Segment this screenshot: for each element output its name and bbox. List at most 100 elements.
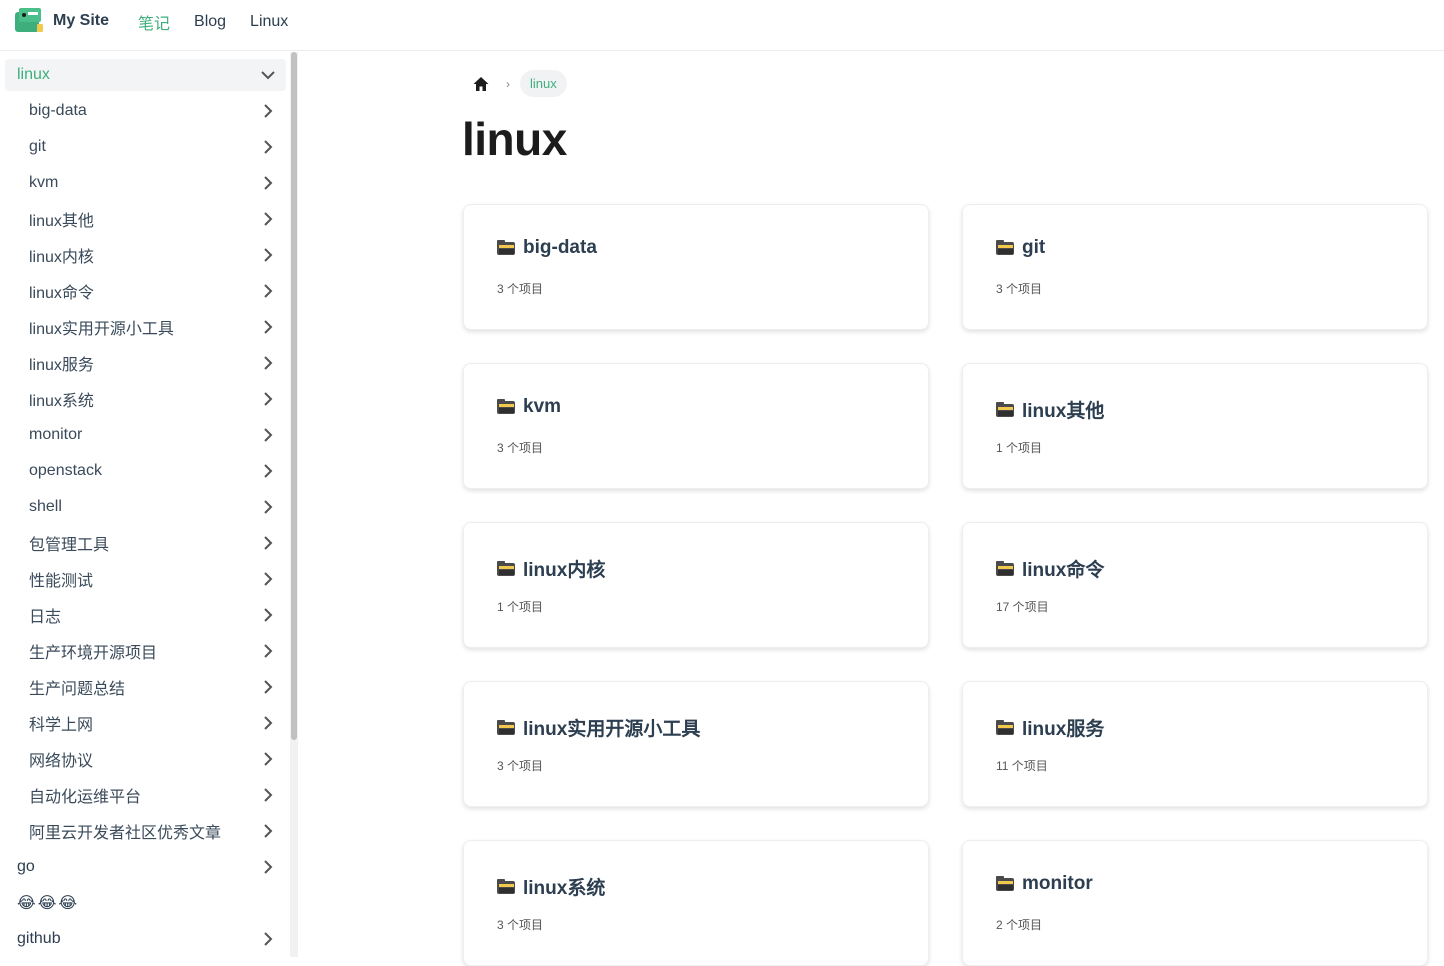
sidebar-item[interactable]: 日志 bbox=[5, 597, 286, 633]
folder-card[interactable]: big-data 3 个项目 bbox=[463, 204, 929, 330]
card-count: 3 个项目 bbox=[497, 282, 544, 296]
card-count: 17 个项目 bbox=[996, 600, 1049, 614]
folder-card[interactable]: linux实用开源小工具 3 个项目 bbox=[463, 681, 929, 807]
chevron-right-icon bbox=[260, 319, 276, 335]
sidebar-item-label: linux系统 bbox=[29, 393, 94, 410]
card-title-text: linux其他 bbox=[1022, 401, 1105, 422]
card-title-text: git bbox=[1022, 237, 1046, 258]
folder-card[interactable]: monitor 2 个项目 bbox=[962, 840, 1428, 966]
sidebar-item[interactable]: 性能测试 bbox=[5, 561, 286, 597]
sidebar-item[interactable]: linux命令 bbox=[5, 273, 286, 309]
card-count: 1 个项目 bbox=[497, 600, 544, 614]
folder-card[interactable]: linux系统 3 个项目 bbox=[463, 840, 929, 966]
sidebar-item-label: linux服务 bbox=[29, 357, 94, 374]
folder-card[interactable]: linux命令 17 个项目 bbox=[962, 522, 1428, 648]
chevron-right-icon bbox=[260, 463, 276, 479]
sidebar-group-label: 😂😂😂 bbox=[17, 895, 80, 912]
sidebar-item[interactable]: git bbox=[5, 129, 286, 165]
sidebar-item[interactable]: monitor bbox=[5, 417, 286, 453]
chevron-right-icon bbox=[260, 355, 276, 371]
folder-card[interactable]: linux内核 1 个项目 bbox=[463, 522, 929, 648]
folder-icon bbox=[996, 401, 1014, 417]
sidebar-item[interactable]: linux其他 bbox=[5, 201, 286, 237]
card-title: kvm bbox=[497, 396, 561, 418]
sidebar-item[interactable]: 网络协议 bbox=[5, 741, 286, 777]
chevron-right-icon bbox=[260, 751, 276, 767]
sidebar-item-label: 包管理工具 bbox=[29, 537, 110, 554]
chevron-right-icon bbox=[260, 499, 276, 515]
sidebar-group-label: go bbox=[17, 858, 35, 875]
sidebar-scrollbar-thumb[interactable] bbox=[291, 52, 297, 740]
sidebar-item-label: monitor bbox=[29, 426, 83, 443]
sidebar-item[interactable]: 阿里云开发者社区优秀文章 bbox=[5, 813, 286, 849]
top-navbar: My Site 笔记 Blog Linux bbox=[0, 0, 1444, 51]
card-count: 1 个项目 bbox=[996, 441, 1043, 455]
folder-card[interactable]: linux其他 1 个项目 bbox=[962, 363, 1428, 489]
card-title-text: linux内核 bbox=[523, 560, 606, 581]
chevron-right-icon bbox=[260, 247, 276, 263]
chevron-right-icon bbox=[260, 211, 276, 227]
sidebar-item-label: openstack bbox=[29, 462, 102, 479]
sidebar-item-label: 网络协议 bbox=[29, 753, 94, 770]
site-name: My Site bbox=[53, 12, 110, 29]
sidebar-item-label: git bbox=[29, 138, 46, 155]
folder-card[interactable]: linux服务 11 个项目 bbox=[962, 681, 1428, 807]
sidebar-item[interactable]: big-data bbox=[5, 93, 286, 129]
chevron-right-icon bbox=[260, 535, 276, 551]
card-title: linux系统 bbox=[497, 873, 605, 900]
card-count: 11 个项目 bbox=[996, 759, 1048, 773]
chevron-right-icon bbox=[260, 607, 276, 623]
sidebar-group[interactable]: github bbox=[5, 921, 286, 957]
sidebar-group[interactable]: go bbox=[5, 849, 286, 885]
nav-link-linux[interactable]: Linux bbox=[250, 13, 288, 31]
folder-icon bbox=[497, 240, 515, 255]
home-icon[interactable] bbox=[472, 75, 490, 93]
sidebar-item[interactable]: linux服务 bbox=[5, 345, 286, 381]
chevron-right-icon bbox=[260, 571, 276, 587]
chevron-right-icon bbox=[260, 139, 276, 155]
sidebar-item[interactable]: linux系统 bbox=[5, 381, 286, 417]
sidebar-item[interactable]: kvm bbox=[5, 165, 286, 201]
sidebar-item-label: 自动化运维平台 bbox=[29, 789, 142, 806]
nav-link-blog[interactable]: Blog bbox=[194, 13, 226, 31]
sidebar-item-label: shell bbox=[29, 498, 62, 515]
sidebar-item[interactable]: shell bbox=[5, 489, 286, 525]
card-count: 3 个项目 bbox=[497, 918, 544, 932]
chevron-right-icon bbox=[260, 859, 276, 875]
folder-card[interactable]: kvm 3 个项目 bbox=[463, 363, 929, 489]
sidebar-item[interactable]: 自动化运维平台 bbox=[5, 777, 286, 813]
chevron-right-icon bbox=[260, 823, 276, 839]
sidebar-item-label: 日志 bbox=[29, 609, 62, 626]
sidebar-item-label: kvm bbox=[29, 174, 59, 191]
nav-link-notes[interactable]: 笔记 bbox=[138, 10, 170, 34]
sidebar-item[interactable]: 包管理工具 bbox=[5, 525, 286, 561]
sidebar-item-label: 生产环境开源项目 bbox=[29, 645, 158, 662]
folder-icon bbox=[497, 399, 515, 414]
brand[interactable]: My Site bbox=[13, 6, 109, 36]
folder-card[interactable]: git 3 个项目 bbox=[962, 204, 1428, 330]
sidebar-item[interactable]: 生产问题总结 bbox=[5, 669, 286, 705]
card-title-text: linux命令 bbox=[1022, 560, 1105, 581]
nav-links: 笔记 Blog Linux bbox=[138, 0, 312, 44]
breadcrumb-current[interactable]: linux bbox=[520, 70, 567, 97]
sidebar-emoji-item[interactable]: 😂😂😂 bbox=[5, 885, 286, 921]
sidebar-item[interactable]: 科学上网 bbox=[5, 705, 286, 741]
sidebar-item-label: linux内核 bbox=[29, 249, 94, 266]
sidebar-group-linux[interactable]: linux bbox=[5, 59, 286, 91]
sidebar-item-label: big-data bbox=[29, 102, 87, 119]
sidebar-item[interactable]: openstack bbox=[5, 453, 286, 489]
sidebar-group-label: linux bbox=[17, 66, 50, 83]
sidebar-item[interactable]: 生产环境开源项目 bbox=[5, 633, 286, 669]
card-title-text: linux服务 bbox=[1022, 719, 1105, 740]
breadcrumb-separator-icon: › bbox=[506, 76, 510, 91]
sidebar-item[interactable]: linux实用开源小工具 bbox=[5, 309, 286, 345]
sidebar-item-label: 阿里云开发者社区优秀文章 bbox=[29, 825, 222, 842]
folder-icon bbox=[497, 878, 515, 894]
sidebar-item-label: 生产问题总结 bbox=[29, 681, 126, 698]
chevron-right-icon bbox=[260, 103, 276, 119]
card-count: 2 个项目 bbox=[996, 918, 1043, 932]
card-title-text: linux系统 bbox=[523, 878, 606, 899]
chevron-right-icon bbox=[260, 391, 276, 407]
card-title: linux实用开源小工具 bbox=[497, 714, 700, 741]
sidebar-item[interactable]: linux内核 bbox=[5, 237, 286, 273]
